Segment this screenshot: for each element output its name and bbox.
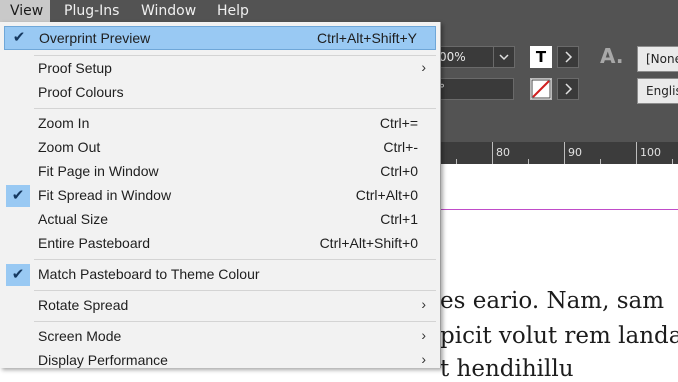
shortcut-label: Ctrl+Alt+Shift+Y (317, 30, 417, 46)
menu-window[interactable]: Window (141, 0, 196, 22)
menu-separator (34, 259, 436, 260)
menu-item-label: Actual Size (38, 211, 109, 227)
shortcut-label: Ctrl+0 (380, 163, 418, 179)
zoom-field[interactable]: 00% (434, 46, 498, 68)
shortcut-label: Ctrl+Alt+Shift+0 (319, 235, 418, 251)
check-icon: ✔ (12, 29, 26, 46)
character-style-icon: A. (600, 44, 624, 68)
menu-view[interactable]: View (0, 0, 50, 22)
check-icon: ✔ (6, 264, 30, 286)
shortcut-label: Ctrl+= (379, 115, 418, 131)
shortcut-label: Ctrl+Alt+0 (355, 187, 418, 203)
view-menu-dropdown: ✔ Overprint Preview Ctrl+Alt+Shift+Y Pro… (0, 22, 441, 368)
check-icon: ✔ (6, 185, 30, 207)
menu-item-label: Zoom Out (38, 139, 101, 155)
language-field[interactable]: English (637, 78, 678, 104)
zoom-dropdown-button[interactable] (493, 46, 515, 68)
shortcut-label: Ctrl+- (383, 139, 418, 155)
menu-item-actual-size[interactable]: Actual Size Ctrl+1 (4, 208, 436, 232)
margin-guide (440, 209, 678, 210)
menu-item-label: Proof Setup (38, 60, 112, 76)
menu-item-fit-page[interactable]: Fit Page in Window Ctrl+0 (4, 160, 436, 184)
menu-separator (34, 290, 436, 291)
menu-plug-ins[interactable]: Plug-Ins (64, 0, 119, 22)
ruler-tick (492, 142, 493, 164)
menu-item-entire-pasteboard[interactable]: Entire Pasteboard Ctrl+Alt+Shift+0 (4, 232, 436, 256)
menu-separator (34, 55, 436, 56)
chevron-down-icon (499, 54, 509, 61)
fill-none-swatch[interactable] (530, 78, 552, 100)
menu-bar: View Plug-Ins Window Help (0, 0, 678, 22)
document-text-line[interactable]: t hendihillu (440, 356, 574, 382)
menu-item-overprint-preview[interactable]: ✔ Overprint Preview Ctrl+Alt+Shift+Y (4, 26, 436, 50)
ruler-label: 90 (568, 146, 582, 159)
ruler-tick (636, 142, 637, 164)
more-options-button[interactable] (557, 46, 579, 68)
menu-item-proof-colours[interactable]: Proof Colours (4, 81, 436, 105)
menu-item-label: Fit Spread in Window (38, 187, 172, 203)
menu-item-proof-setup[interactable]: Proof Setup › (4, 57, 436, 81)
menu-item-label: Display Performance (38, 352, 168, 368)
menu-item-label: Entire Pasteboard (38, 235, 151, 251)
menu-item-label: Proof Colours (38, 84, 124, 100)
submenu-arrow-icon: › (421, 59, 426, 75)
submenu-arrow-icon: › (421, 296, 426, 312)
menu-item-label: Zoom In (38, 115, 90, 131)
shortcut-label: Ctrl+1 (380, 211, 418, 227)
more-options-button-2[interactable] (557, 78, 579, 100)
text-frame-button[interactable]: T (530, 46, 552, 68)
menu-item-rotate-spread[interactable]: Rotate Spread › (4, 294, 436, 318)
menu-item-screen-mode[interactable]: Screen Mode › (4, 325, 436, 349)
text-icon: T (535, 48, 547, 66)
submenu-arrow-icon: › (421, 351, 426, 367)
menu-item-zoom-out[interactable]: Zoom Out Ctrl+- (4, 136, 436, 160)
paragraph-style-field[interactable]: [None (637, 46, 678, 72)
ruler-label: 80 (496, 146, 510, 159)
ruler-tick (564, 142, 565, 164)
chevron-right-icon (565, 83, 573, 95)
none-swatch-icon (531, 79, 551, 99)
menu-item-zoom-in[interactable]: Zoom In Ctrl+= (4, 112, 436, 136)
menu-item-label: Overprint Preview (39, 30, 151, 46)
menu-item-label: Match Pasteboard to Theme Colour (38, 266, 260, 282)
menu-separator (34, 108, 436, 109)
stroke-weight-field[interactable]: ° (434, 78, 514, 100)
menu-item-label: Rotate Spread (38, 297, 129, 313)
chevron-right-icon (565, 51, 573, 63)
menu-item-display-performance[interactable]: Display Performance › (4, 349, 436, 373)
submenu-arrow-icon: › (421, 327, 426, 343)
menu-item-fit-spread[interactable]: ✔ Fit Spread in Window Ctrl+Alt+0 (4, 184, 436, 208)
menu-item-label: Fit Page in Window (38, 163, 159, 179)
ruler-label: 100 (640, 146, 661, 159)
menu-item-match-pasteboard[interactable]: ✔ Match Pasteboard to Theme Colour (4, 263, 436, 287)
menu-item-label: Screen Mode (38, 328, 122, 344)
menu-help[interactable]: Help (217, 0, 249, 22)
document-text-line[interactable]: picit volut rem landa (440, 323, 678, 349)
menu-separator (34, 321, 436, 322)
document-text-line[interactable]: es eario. Nam, sam (440, 288, 664, 314)
